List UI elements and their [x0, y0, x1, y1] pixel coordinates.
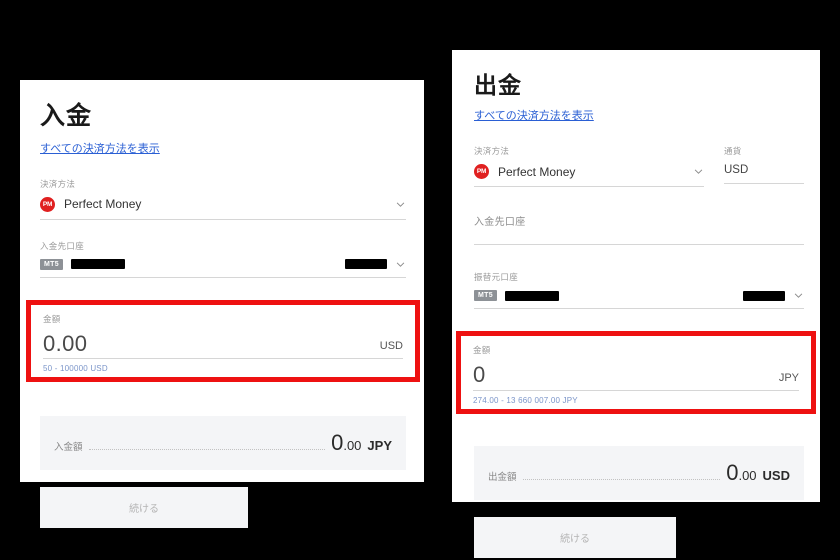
chevron-down-icon[interactable]	[793, 290, 804, 301]
withdraw-total-row: 出金額 0 .00 USD	[474, 445, 804, 500]
payment-method-label: 決済方法	[40, 178, 76, 189]
deposit-total-row: 入金額 0 .00 JPY	[40, 415, 406, 470]
source-account-select[interactable]: MT5	[474, 290, 804, 310]
payment-method-group: 決済方法 PM Perfect Money	[474, 145, 704, 188]
currency-value: USD	[724, 164, 749, 177]
redacted-account-name	[504, 290, 559, 301]
method-currency-row: 決済方法 PM Perfect Money 通貨 USD	[474, 145, 804, 188]
dot-leader	[522, 478, 721, 480]
deposit-total-decimal: .00	[343, 437, 362, 453]
payment-method-label: 決済方法	[474, 146, 510, 157]
withdraw-total-decimal: .00	[738, 467, 757, 483]
payment-method-group: 決済方法 PM Perfect Money	[40, 178, 406, 220]
currency-label: 通貨	[724, 146, 742, 157]
amount-value: 0.00	[43, 330, 88, 356]
amount-currency: JPY	[778, 371, 799, 384]
deposit-account-select[interactable]	[474, 240, 804, 246]
source-account-group: 振替元口座 MT5	[474, 271, 804, 310]
perfect-money-icon: PM	[40, 196, 55, 212]
withdraw-total-currency: USD	[762, 467, 790, 483]
payment-method-value: Perfect Money	[498, 164, 576, 179]
deposit-account-select[interactable]: MT5	[40, 258, 406, 278]
source-account-label: 振替元口座	[474, 272, 519, 283]
deposit-panel: 入金 すべての決済方法を表示 決済方法 PM Perfect Money 入金先…	[20, 80, 424, 528]
chevron-down-icon[interactable]	[395, 199, 406, 210]
amount-label: 金額	[43, 313, 61, 324]
dot-leader	[88, 448, 326, 450]
deposit-account-label: 入金先口座	[40, 240, 85, 251]
currency-select[interactable]: USD	[724, 164, 804, 185]
deposit-account-group: 入金先口座	[474, 213, 804, 246]
amount-range-hint: 50 - 100000 USD	[43, 363, 108, 373]
amount-range-hint: 274.00 - 13 660 007.00 JPY	[473, 395, 578, 405]
amount-currency: USD	[379, 339, 403, 352]
amount-value: 0	[473, 362, 486, 388]
mt5-badge: MT5	[40, 258, 63, 270]
continue-button[interactable]: 続ける	[40, 486, 248, 528]
payment-method-value: Perfect Money	[64, 197, 142, 212]
page-title: 出金	[474, 72, 522, 98]
payment-method-select[interactable]: PM Perfect Money	[474, 164, 704, 188]
amount-label: 金額	[473, 345, 491, 356]
deposit-total-integer: 0	[331, 429, 344, 455]
amount-input[interactable]: 0 JPY	[473, 362, 799, 391]
withdraw-total-label: 出金額	[488, 471, 517, 483]
show-all-payment-methods-link[interactable]: すべての決済方法を表示	[40, 140, 160, 156]
currency-group: 通貨 USD	[724, 145, 804, 187]
deposit-account-label: 入金先口座	[474, 217, 526, 229]
deposit-total-currency: JPY	[367, 437, 392, 453]
deposit-total-label: 入金額	[54, 441, 83, 453]
show-all-payment-methods-link[interactable]: すべての決済方法を表示	[474, 107, 594, 123]
payment-method-select[interactable]: PM Perfect Money	[40, 196, 406, 220]
amount-highlight-box: 金額 0 JPY 274.00 - 13 660 007.00 JPY	[456, 331, 816, 414]
withdraw-total-integer: 0	[726, 459, 739, 485]
redacted-account-balance	[743, 290, 785, 301]
amount-highlight-box: 金額 0.00 USD 50 - 100000 USD	[26, 299, 420, 382]
redacted-account-name	[70, 259, 125, 270]
redacted-account-balance	[345, 259, 387, 270]
chevron-down-icon[interactable]	[693, 166, 704, 177]
deposit-account-group: 入金先口座 MT5	[40, 240, 406, 278]
chevron-down-icon[interactable]	[395, 259, 406, 270]
amount-input[interactable]: 0.00 USD	[43, 332, 403, 359]
perfect-money-icon: PM	[474, 164, 489, 180]
mt5-badge: MT5	[474, 290, 497, 302]
withdraw-panel: 出金 すべての決済方法を表示 決済方法 PM Perfect Money 通貨	[452, 50, 820, 558]
continue-button[interactable]: 続ける	[474, 516, 676, 558]
page-title: 入金	[40, 102, 93, 130]
